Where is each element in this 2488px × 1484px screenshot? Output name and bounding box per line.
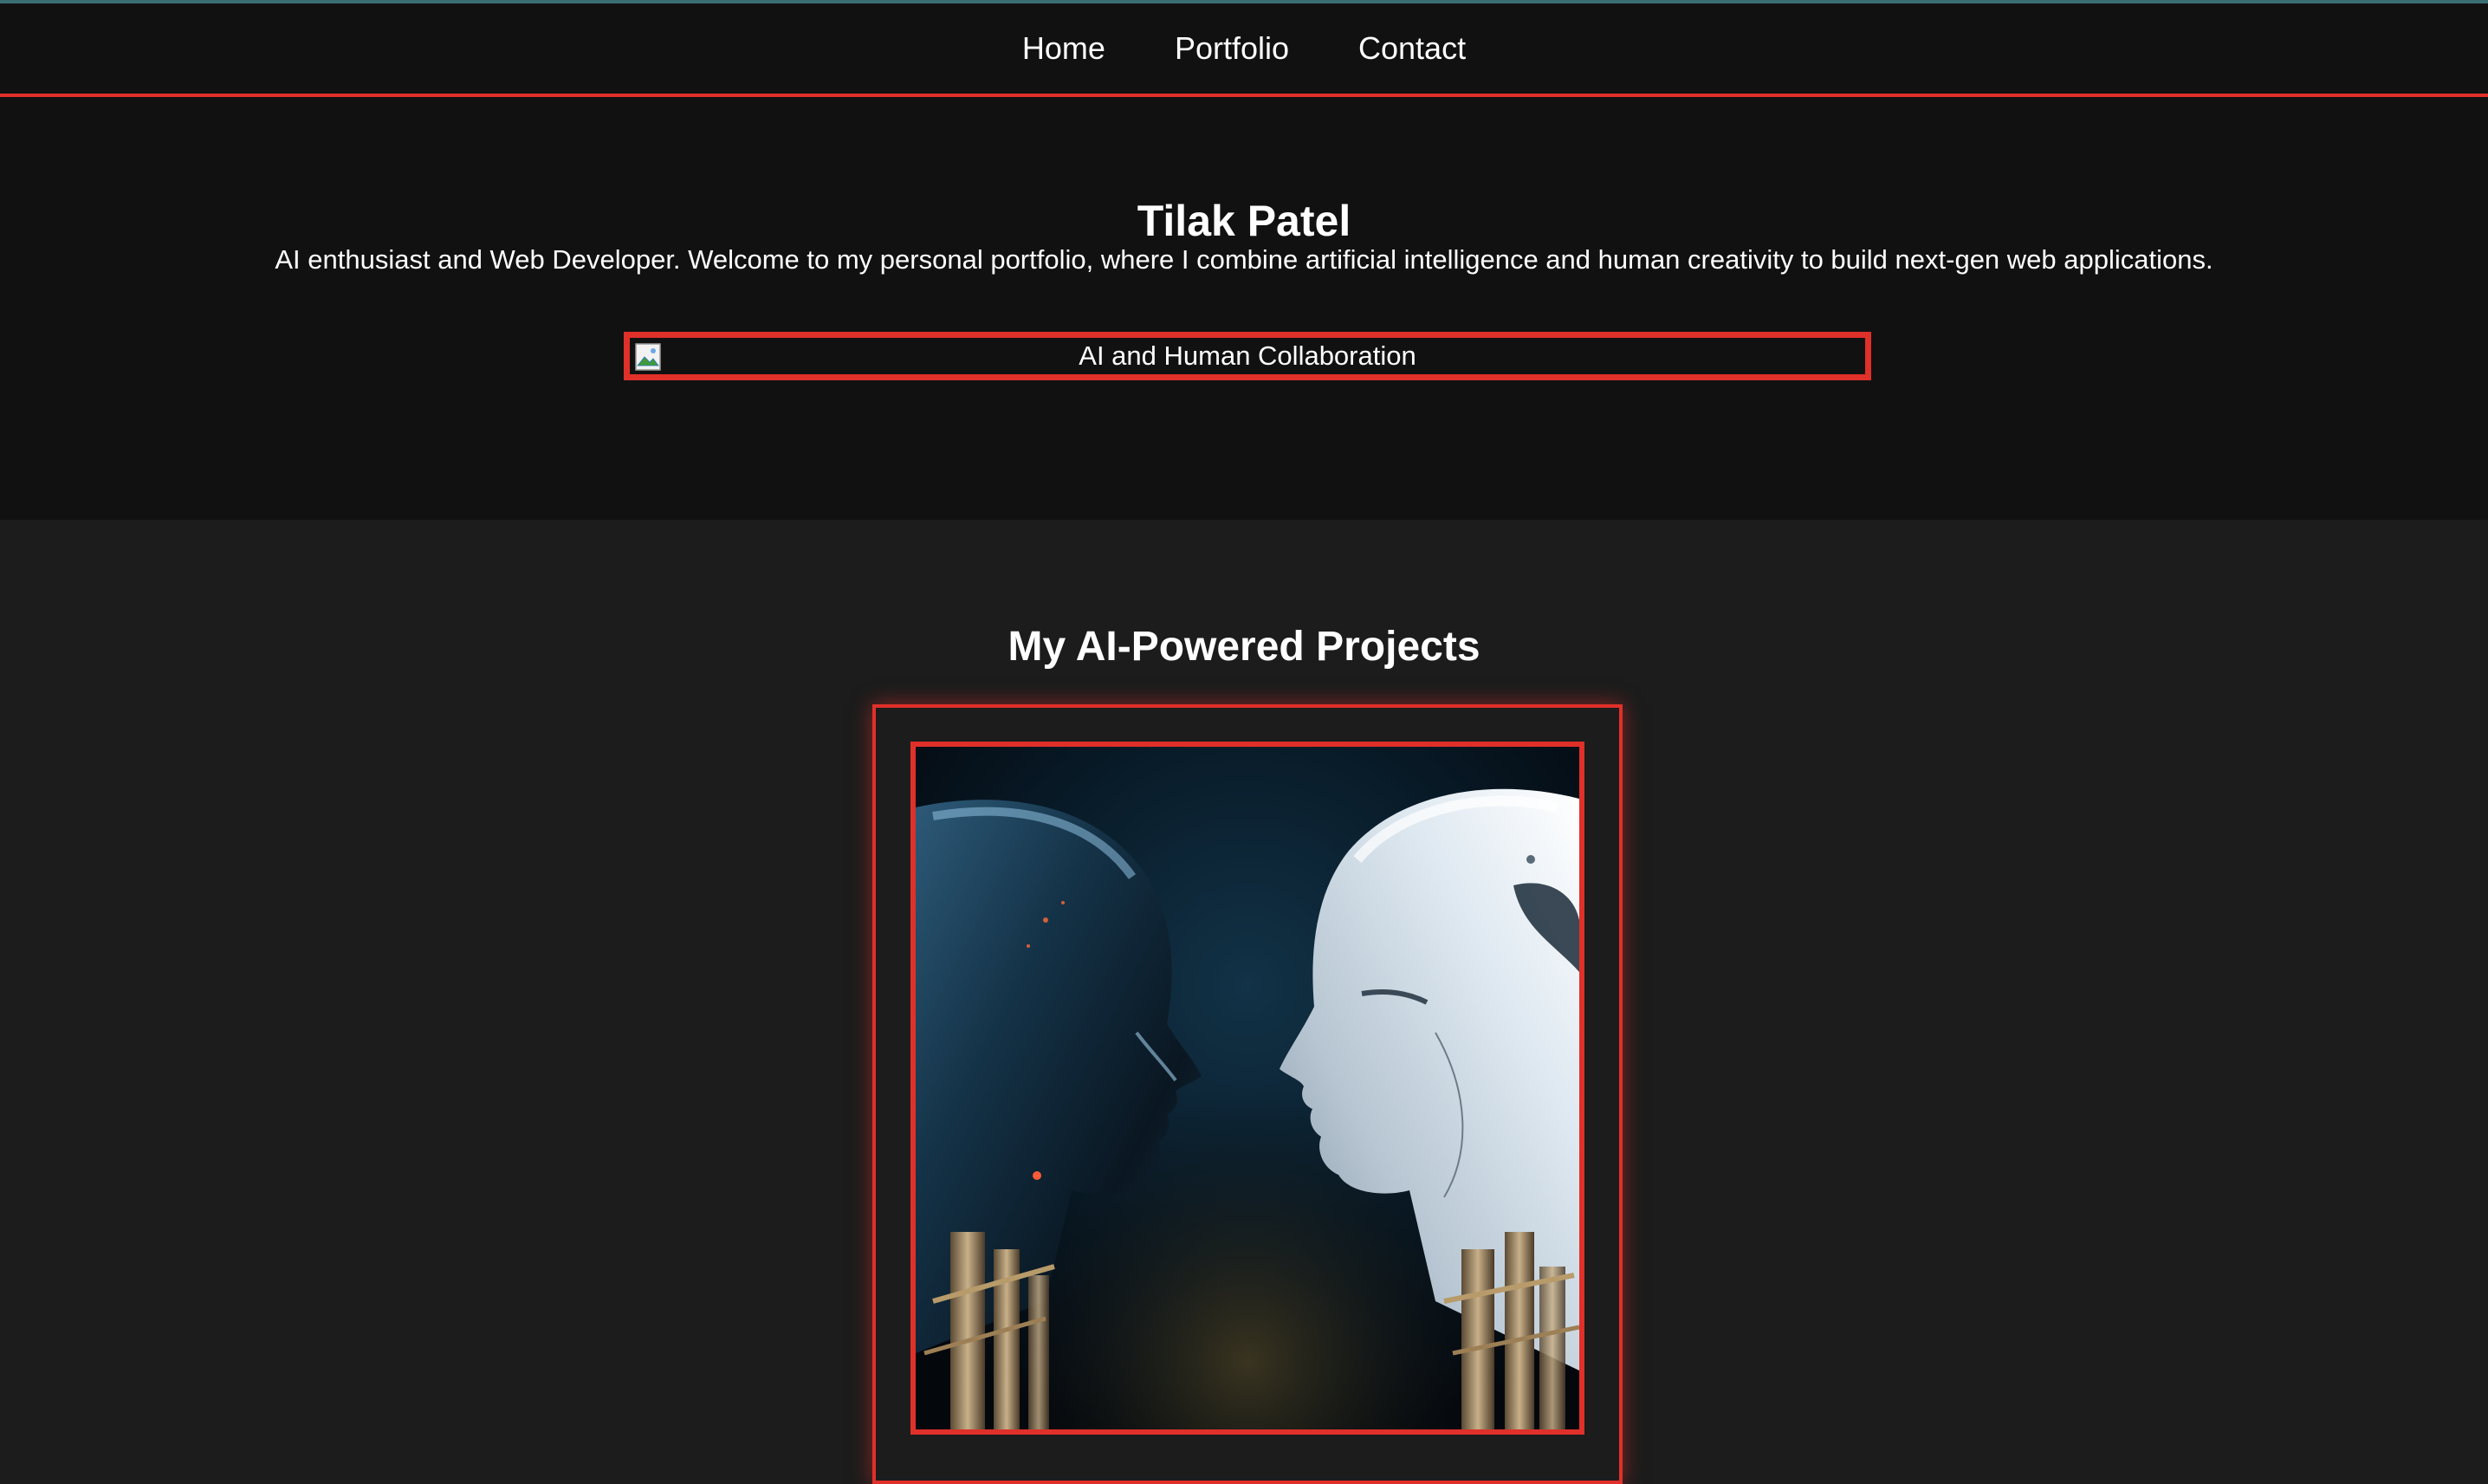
hero-section: Tilak Patel AI enthusiast and Web Develo…: [0, 97, 2488, 520]
top-navigation: Home Portfolio Contact: [0, 3, 2488, 97]
broken-image-icon: [635, 343, 661, 371]
nav-links: Home Portfolio Contact: [0, 3, 2488, 94]
nav-link-home[interactable]: Home: [1022, 30, 1105, 67]
robot-heads-illustration: [916, 747, 1579, 1429]
projects-title: My AI-Powered Projects: [1008, 624, 1480, 670]
hero-subtitle: AI enthusiast and Web Developer. Welcome…: [275, 244, 2213, 275]
hero-image-alt-text: AI and Human Collaboration: [1079, 340, 1416, 371]
nav-link-portfolio[interactable]: Portfolio: [1175, 30, 1289, 67]
hero-image-placeholder: AI and Human Collaboration: [624, 332, 1871, 380]
projects-section: My AI-Powered Projects: [0, 520, 2488, 1484]
project-image[interactable]: [910, 742, 1584, 1435]
nav-link-contact[interactable]: Contact: [1358, 30, 1466, 67]
hero-title: Tilak Patel: [1137, 197, 1351, 245]
